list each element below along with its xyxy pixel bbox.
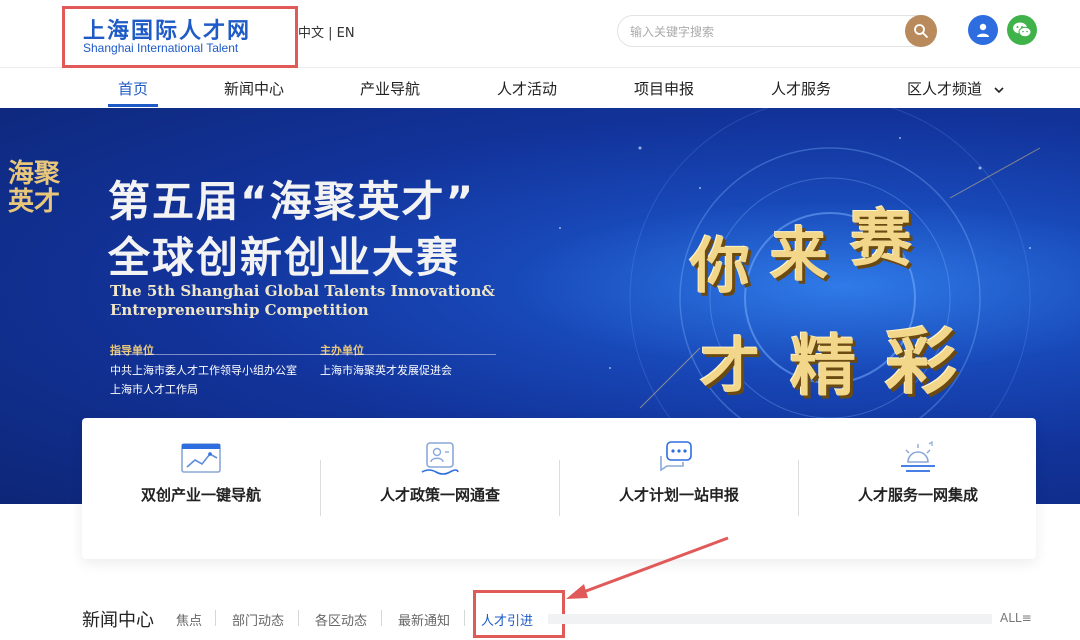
profile-card-icon xyxy=(421,442,459,475)
banner-slogan-char-2: 来 xyxy=(770,221,829,289)
nav-item-district-label: 区人才频道 xyxy=(907,80,983,98)
news-tab-notices[interactable]: 最新通知 xyxy=(398,610,450,629)
tab-separator xyxy=(381,610,382,626)
banner-slogan-char-5: 精 xyxy=(790,327,856,405)
search-button[interactable] xyxy=(905,15,937,47)
nav-item-news[interactable]: 新闻中心 xyxy=(224,78,284,99)
nav-active-underline xyxy=(108,104,158,107)
card-label: 人才政策一网通查 xyxy=(379,486,500,504)
chart-icon xyxy=(181,443,221,473)
news-tab-department[interactable]: 部门动态 xyxy=(232,610,284,629)
chevron-down-icon xyxy=(994,86,1004,93)
banner-divider xyxy=(110,354,496,355)
banner-mark-logo: 海聚英才 xyxy=(8,159,61,217)
nav-item-projects[interactable]: 项目申报 xyxy=(634,78,694,99)
banner-title-line2: 全球创新创业大赛 xyxy=(108,233,461,282)
chat-bubble-icon xyxy=(660,441,692,472)
nav-item-events[interactable]: 人才活动 xyxy=(497,78,557,99)
news-tab-focus[interactable]: 焦点 xyxy=(176,610,202,629)
news-tab-track xyxy=(548,614,992,624)
banner-host-org: 上海市海聚英才发展促进会 xyxy=(320,364,452,377)
banner-slogan-char-3: 赛 xyxy=(850,202,913,275)
banner-host-label: 主办单位 xyxy=(320,344,364,357)
nav-item-services[interactable]: 人才服务 xyxy=(771,78,831,99)
banner-title-line1: 第五届“海聚英才” xyxy=(108,177,476,226)
banner-guide-label: 指导单位 xyxy=(110,344,154,357)
news-section-title: 新闻中心 xyxy=(82,610,154,631)
search-box xyxy=(617,15,937,47)
logo-english-text: Shanghai International Talent xyxy=(83,41,239,55)
card-label: 双创产业一键导航 xyxy=(140,486,261,504)
banner-slogan-char-1: 你 xyxy=(690,232,750,302)
all-news-link[interactable]: ALL≡ xyxy=(1000,611,1032,625)
tab-separator xyxy=(464,610,465,626)
user-button[interactable] xyxy=(968,15,998,45)
wechat-button[interactable] xyxy=(1007,15,1037,45)
card-plan-application[interactable]: 人才计划一站申报 xyxy=(560,418,798,559)
tab-separator xyxy=(298,610,299,626)
sunrise-icon xyxy=(901,440,935,472)
nav-item-district[interactable]: 区人才频道 xyxy=(907,78,1005,99)
search-icon xyxy=(914,24,928,38)
site-header: 上海国际人才网 Shanghai International Talent 中文… xyxy=(0,0,1080,68)
main-nav: 首页 新闻中心 产业导航 人才活动 项目申报 人才服务 区人才频道 xyxy=(0,68,1080,108)
card-service-integration[interactable]: 人才服务一网集成 xyxy=(799,418,1037,559)
service-cards: 双创产业一键导航 人才政策一网通查 人才计划一站申报 人才服务一网集成 xyxy=(82,418,1036,559)
banner-guide-org2: 上海市人才工作局 xyxy=(110,383,198,396)
banner-slogan-char-4: 才 xyxy=(700,332,760,402)
banner-guide-org1: 中共上海市委人才工作领导小组办公室 xyxy=(110,364,297,377)
banner-slogan-char-6: 彩 xyxy=(885,319,958,404)
banner-english-line2: Entrepreneurship Competition xyxy=(110,301,369,319)
tab-separator xyxy=(215,610,216,626)
card-label: 人才计划一站申报 xyxy=(618,486,739,504)
banner-english-line1: The 5th Shanghai Global Talents Innovati… xyxy=(110,282,495,300)
card-label: 人才服务一网集成 xyxy=(857,486,978,504)
user-icon xyxy=(977,23,989,37)
news-tab-districts[interactable]: 各区动态 xyxy=(315,610,367,629)
card-industry-navigation[interactable]: 双创产业一键导航 xyxy=(82,418,320,559)
logo-highlight-box[interactable]: 上海国际人才网 Shanghai International Talent xyxy=(62,6,298,68)
nav-item-industry[interactable]: 产业导航 xyxy=(360,78,420,99)
card-policy-lookup[interactable]: 人才政策一网通查 xyxy=(321,418,559,559)
wechat-icon xyxy=(1013,22,1032,38)
language-switcher[interactable]: 中文 | EN xyxy=(298,22,355,41)
nav-item-home[interactable]: 首页 xyxy=(118,78,148,99)
search-input[interactable] xyxy=(630,22,900,42)
